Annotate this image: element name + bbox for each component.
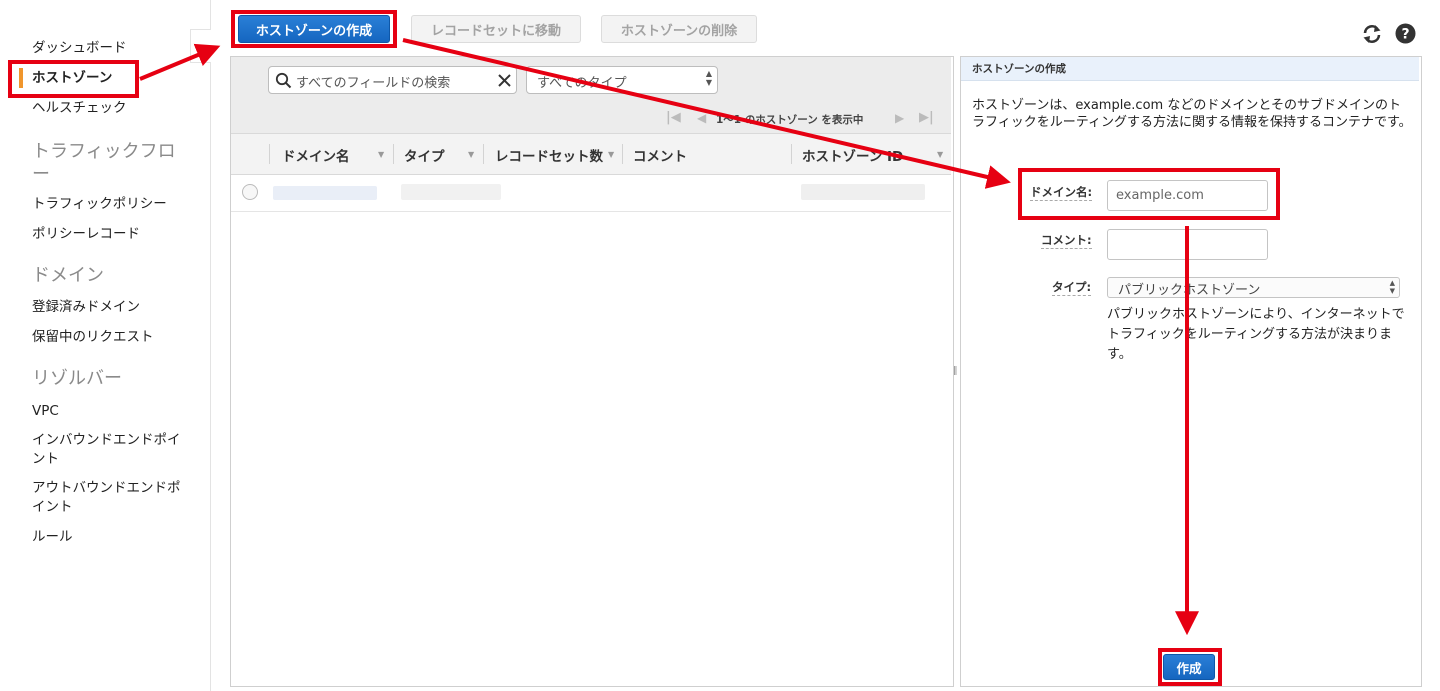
arrow-sidebar-to-create [139,43,221,81]
annotation-arrows [139,38,1199,636]
arrow-create-to-form [402,38,1011,189]
